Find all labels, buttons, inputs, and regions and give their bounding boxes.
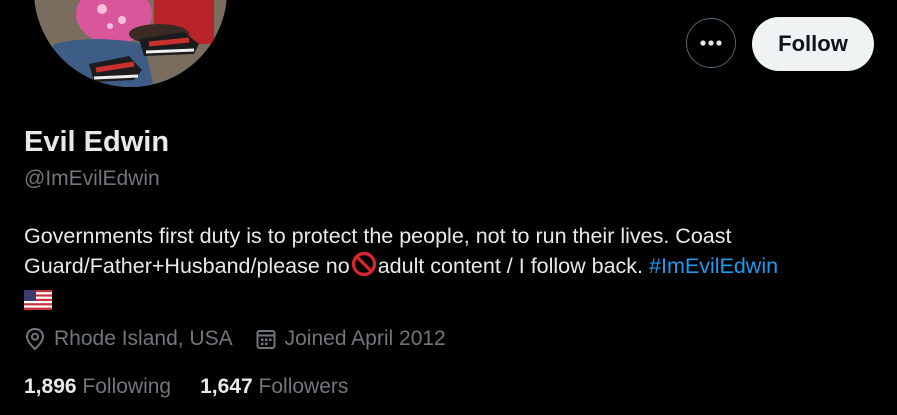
- avatar-photo: [34, 0, 227, 87]
- followers-count: 1,647: [200, 375, 253, 398]
- calendar-icon: [256, 330, 276, 349]
- user-handle: @ImEvilEdwin: [24, 167, 160, 190]
- follow-button[interactable]: Follow: [752, 17, 874, 71]
- bio-line-2-end: adult content / I follow back.: [377, 254, 644, 278]
- location-pin-icon: [25, 327, 45, 351]
- following-label: Following: [82, 375, 172, 398]
- followers-link[interactable]: 1,647 Followers: [200, 375, 348, 399]
- more-icon: [700, 40, 722, 46]
- follow-stats: 1,896 Following 1,647 Followers: [24, 375, 377, 399]
- joined-text: Joined April 2012: [284, 327, 446, 350]
- bio-hashtag-link[interactable]: #ImEvilEdwin: [649, 254, 778, 278]
- location-item: Rhode Island, USA: [24, 327, 233, 351]
- profile-bio: Governments first duty is to protect the…: [24, 221, 874, 318]
- location-text: Rhode Island, USA: [54, 327, 233, 350]
- no-entry-icon: [351, 251, 377, 285]
- following-link[interactable]: 1,896 Following: [24, 375, 171, 399]
- us-flag-icon: [24, 288, 52, 318]
- following-count: 1,896: [24, 375, 77, 398]
- follow-button-label: Follow: [778, 31, 848, 56]
- profile-page: Follow Evil Edwin @ImEvilEdwin Governmen…: [0, 0, 897, 415]
- more-options-button[interactable]: [686, 18, 736, 68]
- joined-item: Joined April 2012: [255, 327, 446, 351]
- profile-meta: Rhode Island, USA Joined April 2012: [24, 327, 468, 351]
- bio-line-2-start: Guard/Father+Husband/please no: [24, 254, 350, 278]
- profile-avatar[interactable]: [30, 0, 231, 91]
- followers-label: Followers: [258, 375, 349, 398]
- bio-line-1: Governments first duty is to protect the…: [24, 224, 732, 248]
- display-name: Evil Edwin: [24, 126, 170, 158]
